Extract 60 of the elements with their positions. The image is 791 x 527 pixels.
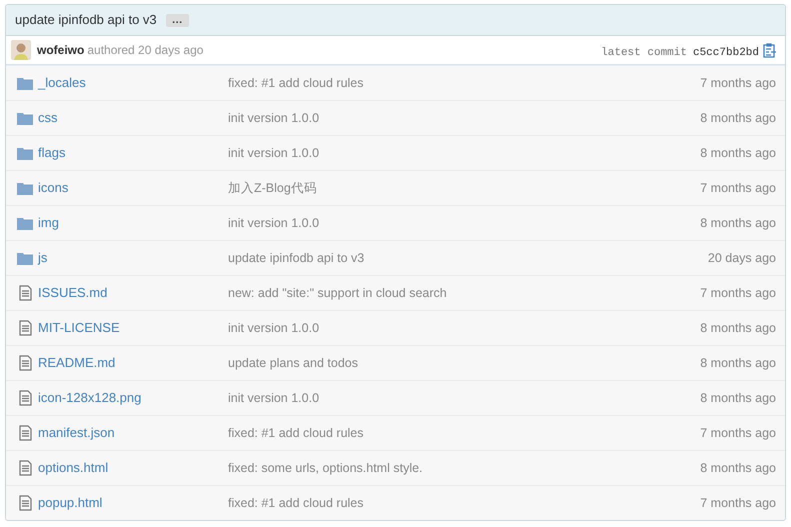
file-link[interactable]: _locales [38, 75, 86, 90]
age-text: 8 months ago [700, 144, 777, 162]
age-text: 8 months ago [700, 110, 777, 127]
author-name[interactable]: wofeiwo [37, 41, 84, 59]
folder-icon [17, 146, 33, 160]
commit-message-link[interactable]: 加入Z-Blog代码 [228, 181, 317, 196]
avatar [11, 40, 31, 60]
file-link[interactable]: ISSUES.md [38, 285, 108, 300]
document-icon [18, 425, 32, 441]
age-text: 8 months ago [700, 354, 777, 372]
age-text: 8 months ago [700, 460, 777, 477]
age-text: 8 months ago [700, 320, 777, 337]
commit-message-link[interactable]: init version 1.0.0 [228, 391, 320, 406]
document-icon [18, 320, 32, 336]
document-icon [18, 460, 32, 476]
folder-icon [17, 216, 33, 230]
file-link[interactable]: js [38, 250, 48, 266]
commit-message[interactable]: update ipinfodb api to v3 [15, 10, 157, 30]
file-link[interactable]: icon-128x128.png [38, 390, 142, 406]
file-link[interactable]: css [38, 110, 58, 126]
clipboard-icon[interactable] [763, 42, 777, 58]
age-text: 7 months ago [700, 284, 777, 302]
authored-time: authored 20 days ago [87, 42, 204, 59]
document-icon [18, 285, 32, 301]
commit-message-link[interactable]: init version 1.0.0 [228, 216, 320, 230]
commit-message-link[interactable]: fixed: #1 add cloud rules [228, 496, 364, 510]
age-text: 7 months ago [700, 494, 777, 512]
age-text: 7 months ago [700, 74, 777, 92]
commit-message-link[interactable]: update ipinfodb api to v3 [228, 251, 364, 266]
document-icon [18, 390, 32, 406]
file-link[interactable]: icons [38, 180, 68, 196]
age-text: 7 months ago [700, 424, 777, 442]
file-link[interactable]: popup.html [38, 495, 102, 510]
commit-message-link[interactable]: fixed: #1 add cloud rules [228, 426, 364, 440]
commit-message-link[interactable]: init version 1.0.0 [228, 111, 320, 126]
commit-message-link[interactable]: fixed: #1 add cloud rules [228, 76, 364, 90]
age-text: 8 months ago [700, 390, 777, 407]
file-link[interactable]: README.md [38, 355, 116, 370]
age-text: 7 months ago [700, 180, 777, 197]
file-link[interactable]: flags [38, 145, 66, 160]
file-link[interactable]: manifest.json [38, 425, 115, 440]
document-icon [18, 355, 32, 371]
folder-icon [17, 76, 33, 90]
file-link[interactable]: MIT-LICENSE [38, 320, 120, 336]
commit-message-link[interactable]: update plans and todos [228, 356, 358, 370]
commit-message-link[interactable]: new: add "site:" support in cloud search [228, 286, 447, 300]
folder-icon [17, 182, 33, 194]
commit-sha[interactable]: c5cc7bb2bd [692, 44, 759, 62]
expand-button[interactable]: … [166, 14, 189, 26]
age-text: 20 days ago [708, 250, 777, 267]
commit-message-link[interactable]: fixed: some urls, options.html style. [228, 461, 423, 476]
age-text: 8 months ago [700, 214, 777, 232]
latest-commit-label: latest commit [601, 46, 687, 61]
commit-message-link[interactable]: init version 1.0.0 [228, 146, 320, 160]
document-icon [18, 495, 32, 511]
file-link[interactable]: options.html [38, 460, 108, 476]
commit-message-link[interactable]: init version 1.0.0 [228, 321, 320, 336]
file-link[interactable]: img [38, 215, 59, 230]
folder-icon [17, 252, 33, 264]
folder-icon [17, 112, 33, 124]
